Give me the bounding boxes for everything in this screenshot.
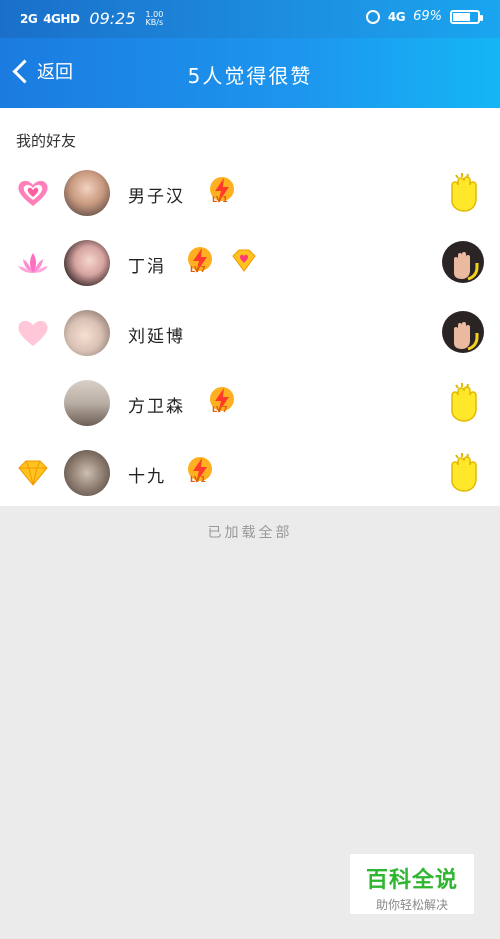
- level-badge-icon: LV1: [206, 175, 238, 207]
- avatar[interactable]: [64, 450, 110, 496]
- network-2g: 2G: [20, 11, 38, 26]
- avatar[interactable]: [64, 380, 110, 426]
- load-complete-text: 已加载全部: [207, 525, 293, 541]
- clock: 09:25: [89, 9, 136, 28]
- avatar[interactable]: [64, 310, 110, 356]
- list-item[interactable]: 刘延博: [0, 298, 500, 368]
- watermark-title: 百科全说: [365, 868, 458, 893]
- friend-name[interactable]: 男子汉: [128, 182, 185, 207]
- network-4g: 4G: [387, 9, 406, 24]
- avatar-clap-icon[interactable]: [442, 311, 484, 353]
- heart-badge-icon: [16, 176, 50, 210]
- lotus-icon: [16, 246, 50, 280]
- watermark-logo: 百科全说 助你轻松解决: [350, 854, 474, 914]
- diamond-badge-icon: [228, 245, 260, 277]
- section-title: 我的好友: [16, 132, 77, 150]
- status-bar: 2G 4GHD 09:25 1.00 KB/s 4G 69%: [0, 0, 500, 38]
- avatar-clap-icon[interactable]: [442, 241, 484, 283]
- friend-name[interactable]: 刘延博: [128, 322, 185, 347]
- page-title: 5人觉得很赞: [187, 64, 313, 88]
- list-item[interactable]: 丁涓 LV7: [0, 228, 500, 298]
- network-4ghd: 4GHD: [43, 11, 80, 26]
- friend-name[interactable]: 方卫森: [128, 392, 185, 417]
- list-item[interactable]: 男子汉 LV1: [0, 158, 500, 228]
- level-badge-icon: LV7: [184, 245, 216, 277]
- friend-name[interactable]: 十九: [128, 462, 166, 487]
- clap-yellow-icon[interactable]: [442, 171, 484, 213]
- clap-yellow-icon[interactable]: [442, 381, 484, 423]
- network-speed: 1.00 KB/s: [145, 9, 164, 27]
- list-item[interactable]: 方卫森 LV7: [0, 368, 500, 438]
- pink-heart-icon: [16, 316, 50, 350]
- gold-diamond-icon: [16, 456, 50, 490]
- clap-yellow-icon[interactable]: [442, 451, 484, 493]
- navigation-bar: 返回 5人觉得很赞: [0, 38, 500, 108]
- level-badge-icon: LV7: [206, 385, 238, 417]
- alarm-icon: [365, 9, 380, 24]
- avatar[interactable]: [64, 170, 110, 216]
- avatar[interactable]: [64, 240, 110, 286]
- level-badge-icon: LV1: [184, 455, 216, 487]
- battery-percent: 69%: [413, 9, 442, 24]
- battery-icon: [450, 9, 483, 24]
- friend-name[interactable]: 丁涓: [128, 252, 166, 277]
- friend-list: 我的好友 男子汉 LV1 丁涓 LV7 刘延博 方卫森 LV7 十九 LV1: [0, 108, 500, 506]
- watermark-subtitle: 助你轻松解决: [375, 898, 448, 912]
- list-item[interactable]: 十九 LV1: [0, 438, 500, 508]
